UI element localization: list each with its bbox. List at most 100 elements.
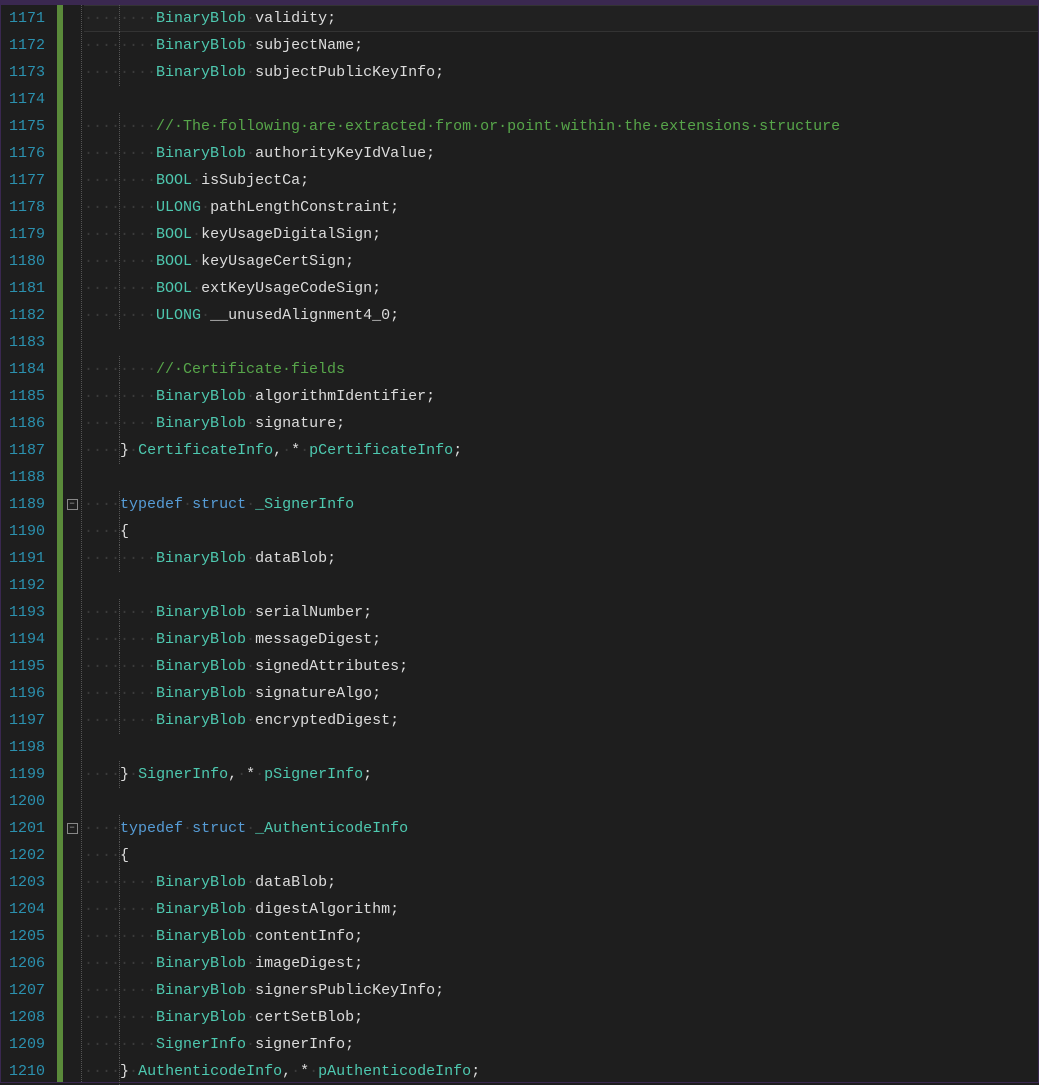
code-line[interactable]: ········BinaryBlob·algorithmIdentifier; (84, 383, 1038, 410)
fold-guide (63, 950, 81, 977)
fold-guide (63, 86, 81, 113)
code-line[interactable] (84, 329, 1038, 356)
line-number: 1207 (9, 977, 45, 1004)
code-line[interactable]: ········//·The·following·are·extracted·f… (84, 113, 1038, 140)
line-number: 1185 (9, 383, 45, 410)
fold-guide (63, 32, 81, 59)
code-line[interactable]: ········BinaryBlob·digestAlgorithm; (84, 896, 1038, 923)
code-line[interactable]: ········BinaryBlob·signatureAlgo; (84, 680, 1038, 707)
fold-guide (63, 329, 81, 356)
line-number: 1190 (9, 518, 45, 545)
code-line[interactable]: ········BinaryBlob·encryptedDigest; (84, 707, 1038, 734)
code-line[interactable]: ····{ (84, 842, 1038, 869)
line-number: 1191 (9, 545, 45, 572)
line-number: 1178 (9, 194, 45, 221)
code-line[interactable]: ········BinaryBlob·serialNumber; (84, 599, 1038, 626)
fold-guide (63, 842, 81, 869)
code-line[interactable]: ········SignerInfo·signerInfo; (84, 1031, 1038, 1058)
code-line[interactable]: ····}·AuthenticodeInfo,·*·pAuthenticodeI… (84, 1058, 1038, 1085)
fold-guide (63, 572, 81, 599)
code-editor[interactable]: 1171117211731174117511761177117811791180… (1, 5, 1038, 1082)
line-number: 1206 (9, 950, 45, 977)
line-number: 1202 (9, 842, 45, 869)
fold-guide (63, 1031, 81, 1058)
code-line[interactable]: ········BinaryBlob·subjectName; (84, 32, 1038, 59)
line-number: 1194 (9, 626, 45, 653)
code-line[interactable]: ····}·CertificateInfo,·*·pCertificateInf… (84, 437, 1038, 464)
code-line[interactable]: ····typedef·struct·_AuthenticodeInfo (84, 815, 1038, 842)
code-line[interactable] (84, 572, 1038, 599)
line-number: 1208 (9, 1004, 45, 1031)
fold-guide (63, 923, 81, 950)
fold-toggle[interactable]: − (63, 491, 81, 518)
line-number: 1171 (9, 5, 45, 32)
line-number: 1205 (9, 923, 45, 950)
fold-guide (63, 626, 81, 653)
line-number: 1181 (9, 275, 45, 302)
code-line[interactable]: ········BinaryBlob·signedAttributes; (84, 653, 1038, 680)
line-number: 1196 (9, 680, 45, 707)
code-line[interactable]: ········BinaryBlob·contentInfo; (84, 923, 1038, 950)
fold-guide (63, 5, 81, 32)
fold-guide (63, 302, 81, 329)
line-number: 1176 (9, 140, 45, 167)
code-line[interactable]: ········ULONG·pathLengthConstraint; (84, 194, 1038, 221)
code-line[interactable]: ····}·SignerInfo,·*·pSignerInfo; (84, 761, 1038, 788)
code-line[interactable]: ········BinaryBlob·validity; (84, 5, 1038, 32)
code-line[interactable] (84, 788, 1038, 815)
collapse-icon[interactable]: − (67, 823, 78, 834)
fold-guide (63, 410, 81, 437)
line-number: 1175 (9, 113, 45, 140)
fold-guide (63, 977, 81, 1004)
line-number: 1199 (9, 761, 45, 788)
fold-guide (63, 707, 81, 734)
code-line[interactable]: ········BOOL·isSubjectCa; (84, 167, 1038, 194)
line-number: 1195 (9, 653, 45, 680)
line-number: 1177 (9, 167, 45, 194)
line-number: 1174 (9, 86, 45, 113)
code-line[interactable] (84, 734, 1038, 761)
fold-guide (63, 248, 81, 275)
code-line[interactable]: ········BinaryBlob·messageDigest; (84, 626, 1038, 653)
fold-guide (63, 518, 81, 545)
line-number: 1189 (9, 491, 45, 518)
code-line[interactable]: ········BinaryBlob·subjectPublicKeyInfo; (84, 59, 1038, 86)
code-line[interactable]: ····{ (84, 518, 1038, 545)
code-line[interactable]: ········BinaryBlob·signersPublicKeyInfo; (84, 977, 1038, 1004)
line-number: 1209 (9, 1031, 45, 1058)
code-line[interactable]: ········BOOL·keyUsageCertSign; (84, 248, 1038, 275)
code-line[interactable] (84, 464, 1038, 491)
code-line[interactable]: ········BinaryBlob·dataBlob; (84, 545, 1038, 572)
collapse-icon[interactable]: − (67, 499, 78, 510)
code-line[interactable]: ········BinaryBlob·certSetBlob; (84, 1004, 1038, 1031)
line-number: 1210 (9, 1058, 45, 1085)
line-number: 1186 (9, 410, 45, 437)
code-line[interactable]: ····typedef·struct·_SignerInfo (84, 491, 1038, 518)
code-line[interactable]: ········//·Certificate·fields (84, 356, 1038, 383)
code-line[interactable]: ········BinaryBlob·authorityKeyIdValue; (84, 140, 1038, 167)
fold-guide (63, 221, 81, 248)
fold-guide (63, 59, 81, 86)
fold-column: −− (63, 5, 81, 1082)
code-area[interactable]: ········BinaryBlob·validity;········Bina… (81, 5, 1038, 1082)
fold-guide (63, 545, 81, 572)
line-number: 1198 (9, 734, 45, 761)
line-number: 1200 (9, 788, 45, 815)
code-line[interactable] (84, 86, 1038, 113)
code-line[interactable]: ········BinaryBlob·signature; (84, 410, 1038, 437)
code-line[interactable]: ········BOOL·extKeyUsageCodeSign; (84, 275, 1038, 302)
line-number: 1184 (9, 356, 45, 383)
fold-guide (63, 788, 81, 815)
line-number: 1201 (9, 815, 45, 842)
code-line[interactable]: ········BinaryBlob·imageDigest; (84, 950, 1038, 977)
code-line[interactable]: ········ULONG·__unusedAlignment4_0; (84, 302, 1038, 329)
fold-guide (63, 761, 81, 788)
fold-guide (63, 464, 81, 491)
code-line[interactable]: ········BinaryBlob·dataBlob; (84, 869, 1038, 896)
code-line[interactable]: ········BOOL·keyUsageDigitalSign; (84, 221, 1038, 248)
fold-toggle[interactable]: − (63, 815, 81, 842)
line-number: 1172 (9, 32, 45, 59)
fold-guide (63, 599, 81, 626)
fold-guide (63, 194, 81, 221)
fold-guide (63, 140, 81, 167)
